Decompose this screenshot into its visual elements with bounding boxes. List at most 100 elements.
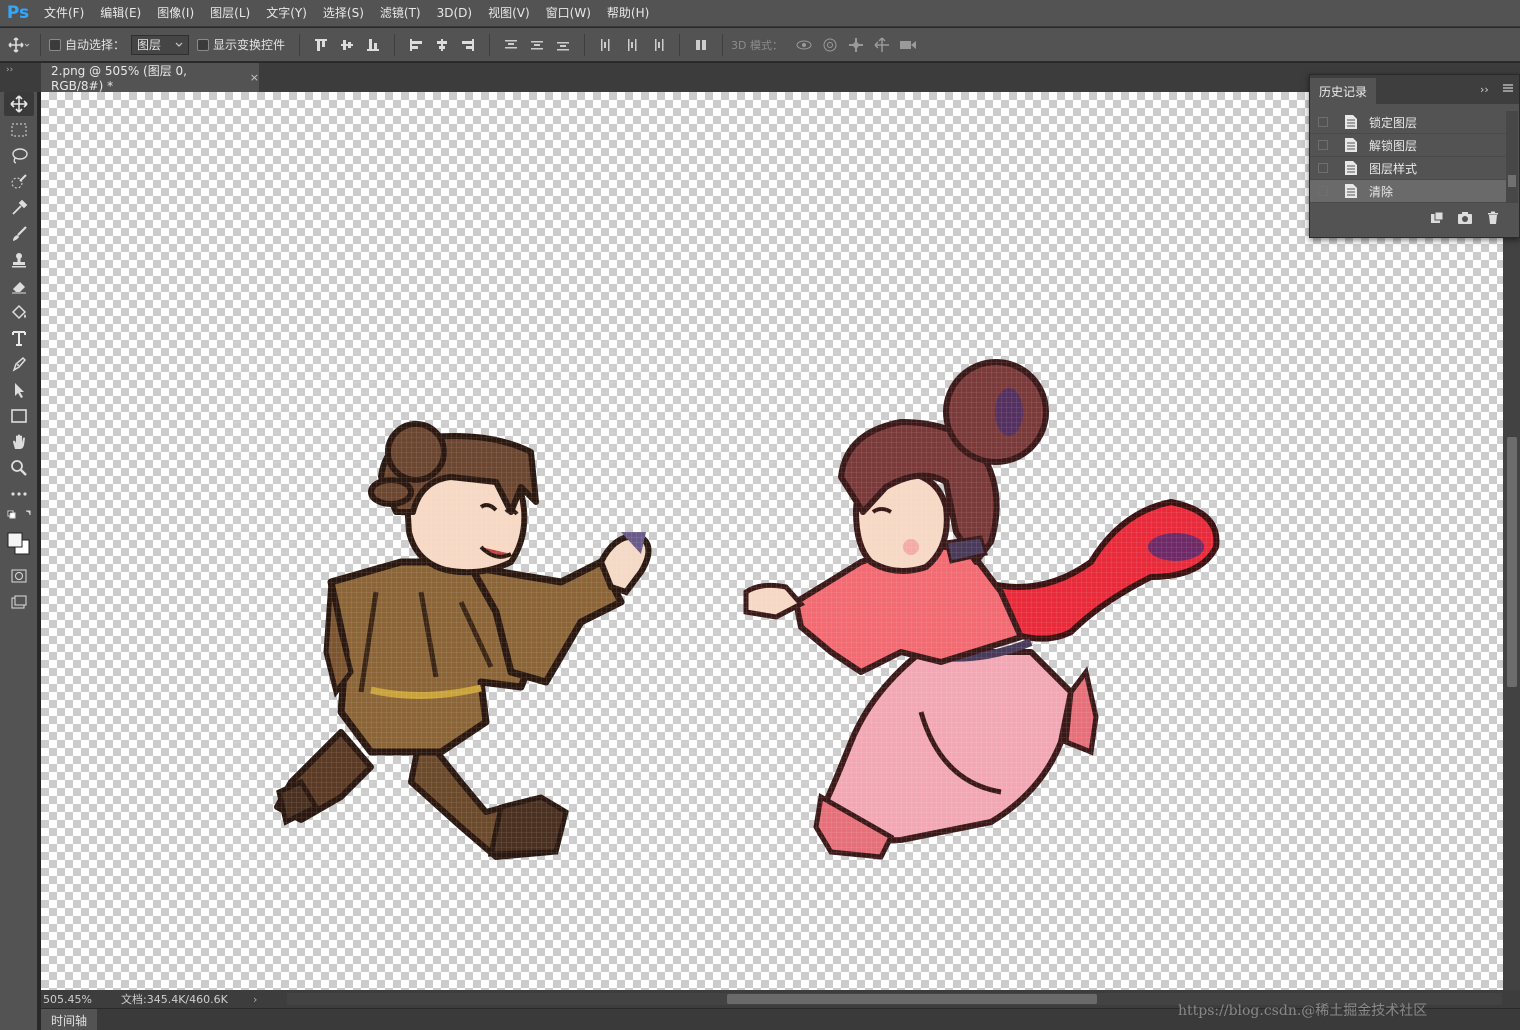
distribute-left-icon[interactable] bbox=[593, 34, 619, 56]
3d-camera-icon[interactable] bbox=[895, 34, 921, 56]
history-brush-source-checkbox[interactable] bbox=[1318, 117, 1328, 127]
history-item-layer-style[interactable]: 图层样式 bbox=[1310, 157, 1506, 180]
history-item-label: 清除 bbox=[1369, 184, 1394, 199]
history-brush-source-checkbox[interactable] bbox=[1318, 186, 1328, 196]
history-item-label: 图层样式 bbox=[1369, 161, 1418, 176]
camera-icon[interactable] bbox=[1451, 209, 1479, 227]
eraser-icon[interactable] bbox=[4, 274, 34, 298]
3d-pan-icon[interactable] bbox=[843, 34, 869, 56]
separator bbox=[584, 33, 586, 56]
menu-3d[interactable]: 3D(D) bbox=[429, 0, 480, 27]
align-left-icon[interactable] bbox=[403, 34, 429, 56]
distribute-right-icon[interactable] bbox=[645, 34, 671, 56]
menu-file[interactable]: 文件(F) bbox=[36, 0, 92, 27]
history-item-unlock-layer[interactable]: 解锁图层 bbox=[1310, 134, 1506, 157]
auto-select-target-value: 图层 bbox=[137, 38, 162, 52]
quick-mask-icon[interactable] bbox=[4, 564, 34, 588]
type-icon[interactable] bbox=[4, 326, 34, 350]
hand-icon[interactable] bbox=[4, 430, 34, 454]
history-list: 锁定图层 解锁图层 图层样式 清除 bbox=[1310, 111, 1506, 203]
menu-image[interactable]: 图像(I) bbox=[149, 0, 202, 27]
close-icon[interactable]: × bbox=[250, 71, 259, 84]
menu-layer[interactable]: 图层(L) bbox=[202, 0, 258, 27]
history-scrollbar-thumb[interactable] bbox=[1508, 175, 1516, 187]
auto-align-layers-icon[interactable] bbox=[688, 34, 714, 56]
paint-bucket-icon[interactable] bbox=[4, 300, 34, 324]
3d-mode-label: 3D 模式： bbox=[731, 38, 783, 52]
align-top-icon[interactable] bbox=[308, 34, 334, 56]
auto-select-target-dropdown[interactable]: 图层 bbox=[131, 34, 190, 55]
document-tab[interactable]: 2.png @ 505% (图层 0, RGB/8#) * × bbox=[41, 63, 259, 93]
trash-icon[interactable] bbox=[1479, 209, 1507, 227]
menu-window[interactable]: 窗口(W) bbox=[538, 0, 599, 27]
history-panel-footer bbox=[1310, 205, 1519, 231]
panel-collapse-icon[interactable]: ›› bbox=[6, 65, 13, 75]
menu-select[interactable]: 选择(S) bbox=[315, 0, 372, 27]
history-item-label: 锁定图层 bbox=[1369, 115, 1418, 130]
history-scrollbar[interactable] bbox=[1506, 111, 1518, 203]
show-transform-checkbox[interactable] bbox=[197, 38, 210, 51]
separator bbox=[722, 33, 724, 56]
status-menu-arrow-icon[interactable]: › bbox=[253, 993, 271, 1006]
zoom-level[interactable]: 505.45% bbox=[41, 993, 113, 1006]
menu-edit[interactable]: 编辑(E) bbox=[92, 0, 149, 27]
show-transform-label: 显示变换控件 bbox=[213, 38, 286, 52]
screen-mode-icon[interactable] bbox=[4, 590, 34, 614]
chevron-down-icon bbox=[175, 42, 183, 47]
3d-slide-icon[interactable] bbox=[869, 34, 895, 56]
move-tool-preset-icon[interactable] bbox=[6, 34, 32, 56]
3d-orbit-icon[interactable] bbox=[791, 34, 817, 56]
artwork bbox=[221, 342, 1281, 882]
document-icon bbox=[1342, 160, 1360, 176]
menu-bar: Ps 文件(F) 编辑(E) 图像(I) 图层(L) 文字(Y) 选择(S) 滤… bbox=[0, 0, 1520, 27]
distribute-hcenter-icon[interactable] bbox=[619, 34, 645, 56]
vertical-scrollbar-thumb[interactable] bbox=[1507, 437, 1517, 687]
pen-icon[interactable] bbox=[4, 352, 34, 376]
lasso-icon[interactable] bbox=[4, 144, 34, 168]
marquee-icon[interactable] bbox=[4, 118, 34, 142]
panel-menu-icon[interactable] bbox=[1502, 82, 1514, 97]
options-bar: 自动选择： 图层 显示变换控件 3D 模式： bbox=[0, 28, 1520, 62]
more-tools-icon[interactable] bbox=[4, 482, 34, 506]
align-bottom-icon[interactable] bbox=[360, 34, 386, 56]
align-hcenter-icon[interactable] bbox=[429, 34, 455, 56]
path-select-icon[interactable] bbox=[4, 378, 34, 402]
timeline-tab[interactable]: 时间轴 bbox=[41, 1009, 97, 1030]
align-right-icon[interactable] bbox=[455, 34, 481, 56]
pixel-grid-overlay bbox=[221, 342, 1281, 882]
document-canvas[interactable] bbox=[41, 92, 1503, 990]
rectangle-icon[interactable] bbox=[4, 404, 34, 428]
align-vcenter-icon[interactable] bbox=[334, 34, 360, 56]
brush-icon[interactable] bbox=[4, 222, 34, 246]
zoom-icon[interactable] bbox=[4, 456, 34, 480]
separator bbox=[394, 33, 396, 56]
menu-filter[interactable]: 滤镜(T) bbox=[372, 0, 429, 27]
stamp-icon[interactable] bbox=[4, 248, 34, 272]
quick-select-icon[interactable] bbox=[4, 170, 34, 194]
panel-collapse-icon[interactable]: ›› bbox=[1480, 83, 1489, 96]
document-icon bbox=[1342, 137, 1360, 153]
history-brush-source-checkbox[interactable] bbox=[1318, 140, 1328, 150]
new-document-from-state-icon[interactable] bbox=[1423, 209, 1451, 227]
horizontal-scrollbar-thumb[interactable] bbox=[727, 994, 1097, 1004]
menu-view[interactable]: 视图(V) bbox=[480, 0, 538, 27]
menu-type[interactable]: 文字(Y) bbox=[258, 0, 315, 27]
eyedropper-icon[interactable] bbox=[4, 196, 34, 220]
separator bbox=[299, 33, 301, 56]
move-icon[interactable] bbox=[4, 92, 34, 116]
distribute-vcenter-icon[interactable] bbox=[524, 34, 550, 56]
auto-select-checkbox[interactable] bbox=[49, 38, 61, 51]
auto-select-label: 自动选择： bbox=[65, 38, 126, 52]
menu-help[interactable]: 帮助(H) bbox=[599, 0, 657, 27]
color-swatches-icon[interactable] bbox=[4, 526, 34, 560]
distribute-bottom-icon[interactable] bbox=[550, 34, 576, 56]
history-item-clear[interactable]: 清除 bbox=[1310, 180, 1506, 203]
document-icon bbox=[1342, 183, 1360, 199]
distribute-top-icon[interactable] bbox=[498, 34, 524, 56]
history-brush-source-checkbox[interactable] bbox=[1318, 163, 1328, 173]
document-tab-bar: ›› 2.png @ 505% (图层 0, RGB/8#) * × bbox=[0, 63, 1520, 93]
history-tab[interactable]: 历史记录 bbox=[1310, 78, 1376, 104]
history-item-lock-layer[interactable]: 锁定图层 bbox=[1310, 111, 1506, 134]
3d-roll-icon[interactable] bbox=[817, 34, 843, 56]
default-colors-icon[interactable] bbox=[4, 508, 34, 522]
